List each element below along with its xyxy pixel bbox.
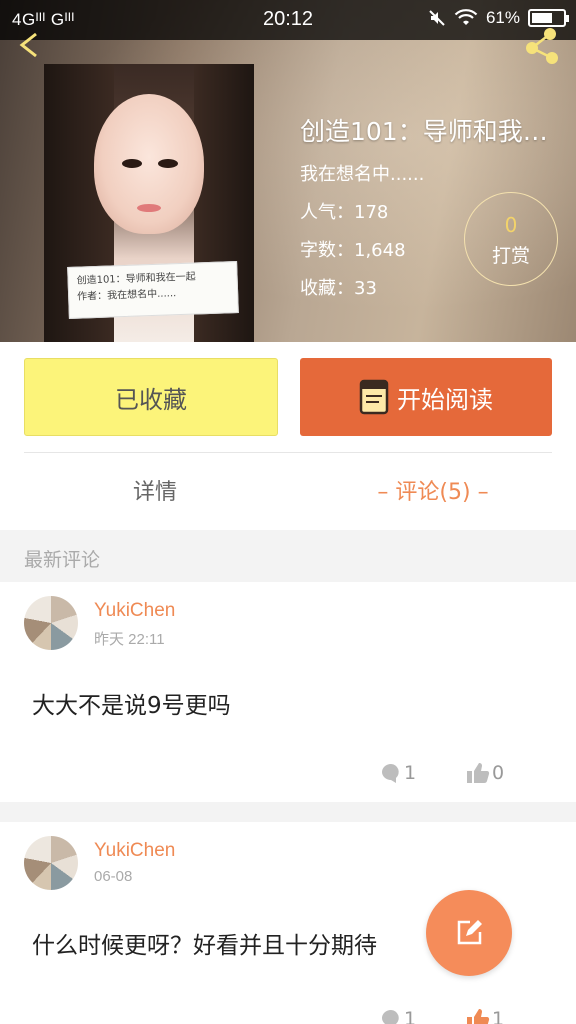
- start-reading-label: 开始阅读: [397, 385, 493, 414]
- comment-username[interactable]: YukiChen: [94, 840, 175, 862]
- write-comment-button[interactable]: [426, 890, 512, 976]
- reply-button[interactable]: 1: [380, 1008, 416, 1024]
- favorited-button[interactable]: 已收藏: [24, 358, 278, 436]
- comment-text: 什么时候更呀？好看并且十分期待: [32, 933, 377, 959]
- comment-item[interactable]: YukiChen 昨天 22:11 大大不是说9号更吗 1 0: [0, 582, 576, 802]
- book-icon: [359, 379, 389, 415]
- tip-label: 打赏: [491, 245, 530, 267]
- like-button[interactable]: 0: [466, 762, 504, 784]
- back-arrow-icon[interactable]: [14, 30, 44, 60]
- edit-icon: [457, 920, 482, 945]
- avatar[interactable]: [24, 596, 78, 650]
- thumbs-up-icon: [467, 763, 490, 783]
- comment-time: 昨天 22:11: [94, 631, 165, 648]
- like-count: 0: [492, 762, 505, 784]
- tab-comments[interactable]: – 评论(5) –: [290, 474, 576, 506]
- book-cover: 创造101：导师和我在一起 作者：我在想名中......: [44, 64, 254, 342]
- reply-button[interactable]: 1: [380, 762, 416, 784]
- avatar[interactable]: [24, 836, 78, 890]
- like-button[interactable]: 1: [466, 1008, 504, 1024]
- share-icon[interactable]: [520, 24, 564, 64]
- book-title: 创造101：导师和我…: [300, 117, 548, 146]
- comment-username[interactable]: YukiChen: [94, 600, 175, 622]
- book-author: 我在想名中......: [300, 164, 425, 185]
- action-bar: 已收藏 开始阅读 详情 – 评论(5) –: [0, 342, 576, 530]
- tab-detail[interactable]: 详情: [0, 474, 310, 506]
- divider: [24, 452, 552, 453]
- book-header: 4Gᴵᴵᴵ Gᴵᴵᴵ 20:12 61% 创造101：导师和我在一起 作者：我在…: [0, 0, 576, 342]
- comment-bubble-icon: [382, 1010, 399, 1024]
- mute-icon: [429, 10, 445, 26]
- tip-button[interactable]: 0 打赏: [464, 192, 558, 286]
- comment-text: 大大不是说9号更吗: [32, 693, 231, 719]
- comment-time: 06-08: [94, 868, 133, 885]
- status-bar: 4Gᴵᴵᴵ Gᴵᴵᴵ 20:12 61%: [0, 0, 576, 40]
- thumbs-up-icon: [467, 1009, 490, 1024]
- battery-percent: 61%: [485, 8, 520, 27]
- comment-bubble-icon: [382, 764, 399, 783]
- cover-sign: 创造101：导师和我在一起 作者：我在想名中......: [67, 261, 239, 319]
- reply-count: 1: [404, 762, 417, 784]
- like-count: 1: [492, 1008, 505, 1024]
- start-reading-button[interactable]: 开始阅读: [300, 358, 552, 436]
- tip-count: 0: [504, 213, 518, 237]
- wifi-icon: [454, 9, 478, 25]
- latest-comments-heading: 最新评论: [24, 549, 101, 571]
- reply-count: 1: [404, 1008, 417, 1024]
